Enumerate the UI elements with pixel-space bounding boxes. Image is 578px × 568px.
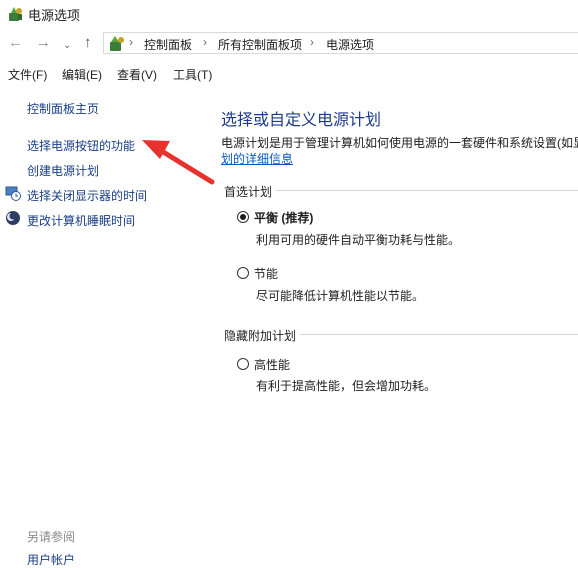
annotation-arrow [142, 140, 215, 185]
control-panel-icon [110, 36, 124, 51]
hidden-plans-divider [300, 334, 578, 335]
breadcrumb-separator: › [203, 35, 207, 49]
hidden-plans-label[interactable]: 隐藏附加计划 [224, 327, 296, 344]
annotation-arrow-head [142, 140, 170, 159]
address-row: ← → ⌄ ↑ › 控制面板 › 所有控制面板项 › 电源选项 [0, 29, 578, 57]
power-options-icon [9, 7, 22, 21]
back-button[interactable]: ← [8, 35, 23, 51]
sidebar-item-create-plan[interactable]: 创建电源计划 [27, 162, 99, 179]
breadcrumb-power-options[interactable]: 电源选项 [326, 36, 374, 53]
sidebar-item-display-off[interactable]: 选择关闭显示器的时间 [27, 187, 147, 204]
page-title: 选择或自定义电源计划 [221, 112, 382, 129]
plan-power-saver-radio[interactable] [237, 267, 249, 279]
plan-balanced-radio[interactable] [237, 211, 249, 223]
sleep-moon-icon [6, 211, 20, 225]
annotation-arrow-shaft [157, 147, 215, 185]
display-clock-icon [5, 186, 21, 201]
breadcrumb-separator: › [129, 35, 133, 49]
window-title: 电源选项 [28, 8, 81, 23]
menu-file[interactable]: 文件(F) [8, 66, 47, 83]
address-bar[interactable]: › 控制面板 › 所有控制面板项 › 电源选项 [103, 32, 578, 54]
preferred-plans-label: 首选计划 [224, 185, 273, 199]
plan-high-performance-label[interactable]: 高性能 [254, 356, 290, 373]
up-button[interactable]: ↑ [84, 35, 92, 51]
menu-edit[interactable]: 编辑(E) [62, 66, 102, 83]
page-description: 电源计划是用于管理计算机如何使用电源的一套硬件和系统设置(如显 [221, 136, 578, 150]
forward-button[interactable]: → [36, 35, 51, 51]
plan-power-saver-label[interactable]: 节能 [254, 265, 278, 282]
plan-balanced-label[interactable]: 平衡 (推荐) [254, 209, 313, 226]
plan-balanced-description: 利用可用的硬件自动平衡功耗与性能。 [256, 233, 461, 247]
menu-view[interactable]: 查看(V) [117, 66, 157, 83]
recent-locations-button[interactable]: ⌄ [63, 38, 71, 54]
plan-power-saver-description: 尽可能降低计算机性能以节能。 [256, 289, 425, 303]
plan-high-performance-description: 有利于提高性能，但会增加功耗。 [256, 379, 437, 393]
breadcrumb-all-items[interactable]: 所有控制面板项 [218, 36, 302, 53]
details-link[interactable]: 划的详细信息 [221, 150, 293, 167]
breadcrumb-separator: › [310, 35, 314, 49]
breadcrumb-control-panel[interactable]: 控制面板 [144, 36, 192, 53]
menu-tools[interactable]: 工具(T) [173, 66, 212, 83]
sidebar-control-panel-home[interactable]: 控制面板主页 [27, 100, 99, 117]
menu-bar: 文件(F) 编辑(E) 查看(V) 工具(T) [0, 62, 578, 84]
sidebar-item-sleep-time[interactable]: 更改计算机睡眠时间 [27, 212, 135, 229]
plan-high-performance-radio[interactable] [237, 358, 249, 370]
title-bar: 电源选项 [0, 0, 578, 28]
see-also-label: 另请参阅 [27, 530, 76, 544]
preferred-plans-divider [276, 190, 578, 191]
sidebar-item-power-button[interactable]: 选择电源按钮的功能 [27, 137, 135, 154]
